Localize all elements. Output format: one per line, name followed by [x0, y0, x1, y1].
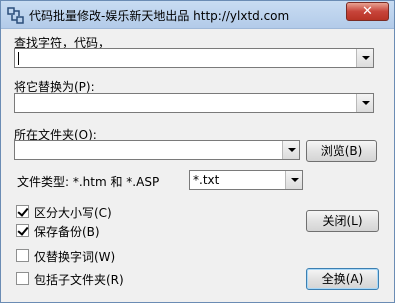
save-backup-label[interactable]: 保存备份(B) [34, 223, 100, 240]
folder-dropdown-arrow-icon[interactable] [282, 141, 299, 159]
case-sensitive-checkbox[interactable] [16, 205, 29, 218]
case-sensitive-label[interactable]: 区分大小写(C) [34, 204, 112, 221]
save-backup-checkbox[interactable] [16, 224, 29, 237]
title-bar[interactable]: 代码批量修改-娱乐新天地出品 http://ylxtd.com ✕ [1, 1, 394, 29]
include-subfolders-label[interactable]: 包括子文件夹(R) [34, 271, 124, 288]
find-combobox[interactable] [14, 48, 374, 68]
whole-word-label[interactable]: 仅替换字词(W) [34, 248, 115, 265]
replace-combobox[interactable] [14, 93, 374, 113]
filetype-label: 文件类型: *.htm 和 *.ASP [17, 175, 160, 189]
filetype-dropdown-arrow-icon[interactable] [285, 171, 302, 189]
app-icon [7, 7, 24, 24]
folder-combobox[interactable] [14, 140, 300, 160]
include-subfolders-checkbox[interactable] [16, 272, 29, 285]
replace-all-button[interactable]: 全换(A) [306, 268, 379, 290]
whole-word-checkbox[interactable] [16, 249, 29, 262]
close-icon: ✕ [362, 4, 373, 19]
filetype-select[interactable]: *.txt [189, 170, 303, 190]
close-button[interactable]: 关闭(L) [306, 210, 379, 232]
filetype-selected: *.txt [193, 173, 220, 187]
find-dropdown-arrow-icon[interactable] [356, 49, 373, 67]
close-window-button[interactable]: ✕ [346, 2, 389, 21]
main-window: 代码批量修改-娱乐新天地出品 http://ylxtd.com ✕ 查找字符，代… [0, 0, 395, 303]
window-title: 代码批量修改-娱乐新天地出品 http://ylxtd.com [29, 9, 290, 23]
replace-dropdown-arrow-icon[interactable] [356, 94, 373, 112]
browse-button[interactable]: 浏览(B) [306, 140, 377, 162]
text-caret [18, 52, 19, 65]
